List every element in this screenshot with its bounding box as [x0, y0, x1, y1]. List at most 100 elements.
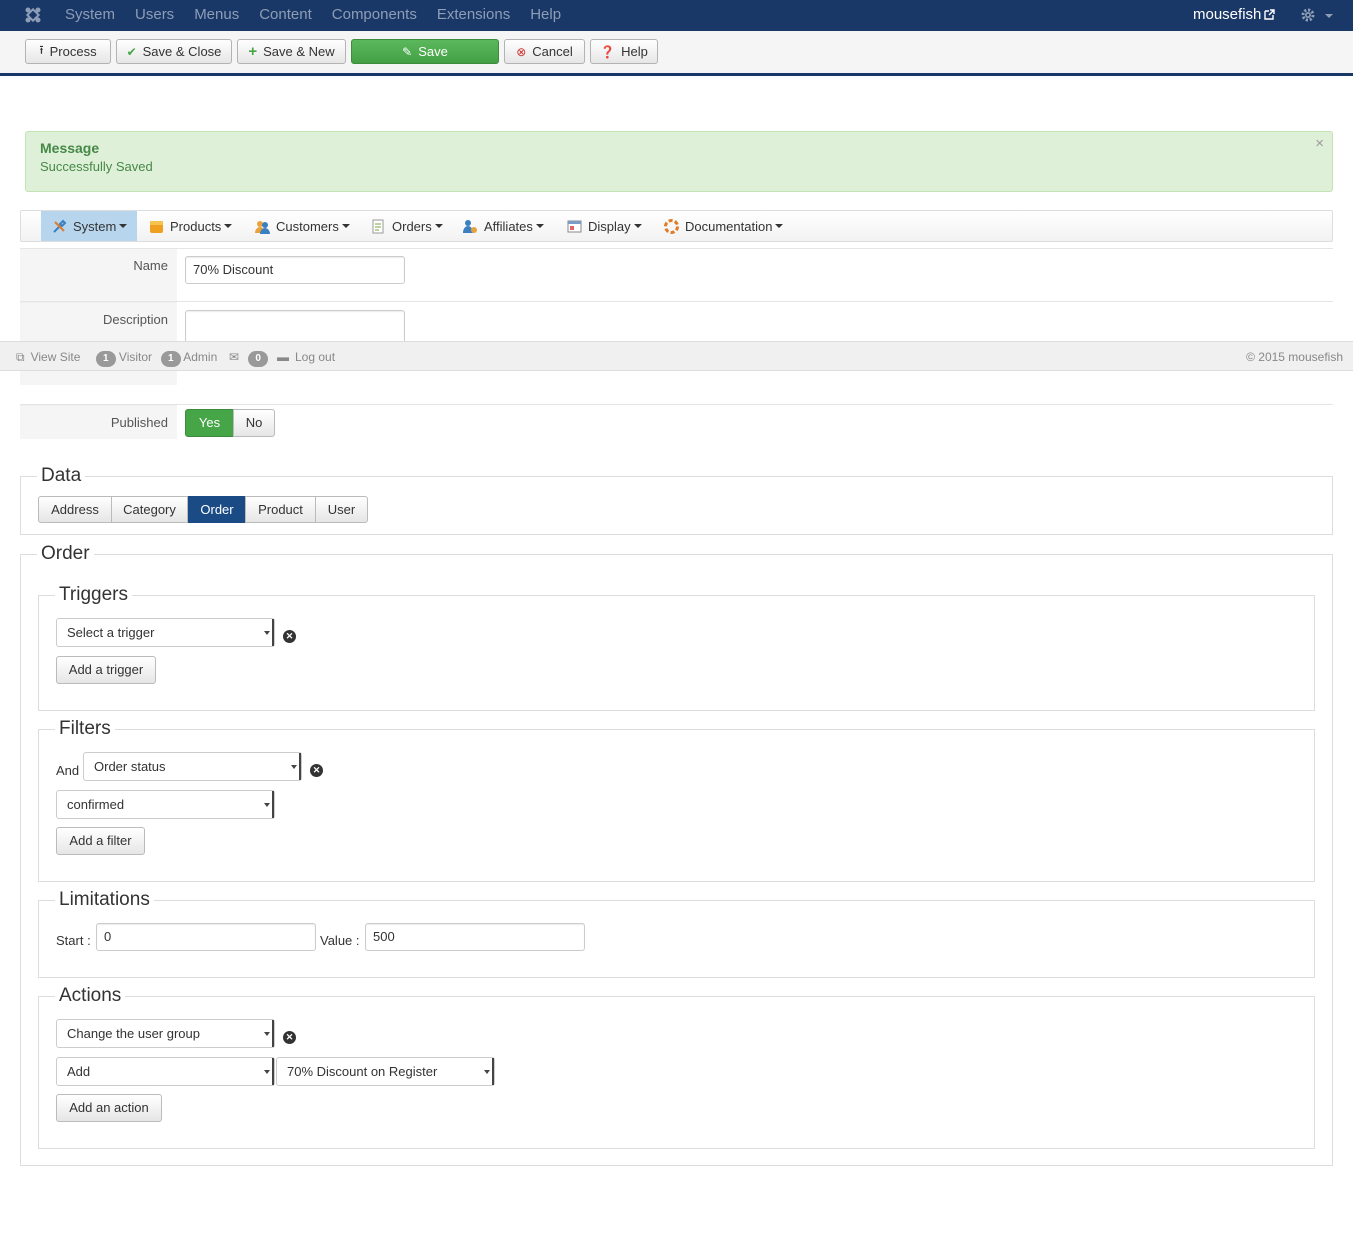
logout-label: Log out: [295, 350, 336, 364]
tab-order[interactable]: Order: [188, 496, 246, 523]
chevron-down-icon: [484, 1070, 490, 1074]
tab-user[interactable]: User: [315, 496, 368, 523]
chevron-down-icon: [264, 803, 270, 807]
limitations-legend: Limitations: [55, 889, 154, 911]
nav-extensions[interactable]: Extensions: [427, 0, 520, 31]
cmenu-affiliates-label: Affiliates: [484, 218, 533, 234]
external-link-icon: [1264, 9, 1276, 20]
component-menu: System Products Customers Orders Affilia…: [20, 210, 1333, 242]
user-group-select[interactable]: 70% Discount on Register: [276, 1057, 495, 1086]
messages-link[interactable]: ✉ 0: [229, 342, 268, 372]
cmenu-orders-label: Orders: [392, 218, 432, 234]
affiliates-icon: [463, 219, 477, 233]
tab-category[interactable]: Category: [111, 496, 188, 523]
cmenu-products-label: Products: [170, 218, 222, 234]
order-legend: Order: [37, 543, 94, 565]
cmenu-customers[interactable]: Customers: [255, 211, 350, 241]
remove-trigger-icon[interactable]: ✕: [283, 630, 296, 643]
cmenu-system-label: System: [73, 218, 117, 234]
add-filter-button[interactable]: Add a filter: [56, 827, 145, 855]
check-icon: ✔: [126, 44, 137, 59]
save-close-button[interactable]: ✔ Save & Close: [116, 39, 232, 64]
cancel-icon: ⊗: [516, 44, 527, 59]
action-mode-value: Add: [67, 1064, 91, 1079]
cmenu-affiliates[interactable]: Affiliates: [463, 211, 544, 241]
visitors-status: 1 Visitor: [96, 342, 152, 372]
cmenu-documentation[interactable]: Documentation: [664, 211, 784, 241]
chevron-down-icon: [264, 1032, 270, 1036]
action-type-select[interactable]: Change the user group: [56, 1019, 275, 1048]
remove-filter-icon[interactable]: ✕: [310, 764, 323, 777]
save-close-label: Save & Close: [142, 44, 222, 59]
and-label: And: [56, 763, 80, 778]
view-site-label: View Site: [30, 350, 81, 364]
process-label: Process: [49, 44, 97, 59]
save-new-button[interactable]: + Save & New: [237, 39, 346, 64]
users-icon: [255, 220, 270, 234]
remove-action-icon[interactable]: ✕: [283, 1031, 296, 1044]
trigger-select[interactable]: Select a trigger: [56, 618, 275, 647]
nav-menus[interactable]: Menus: [184, 0, 249, 31]
messages-count-badge: 0: [248, 351, 268, 367]
filter-type-select[interactable]: Order status: [83, 752, 302, 781]
start-input[interactable]: 0: [96, 923, 316, 951]
view-site-link[interactable]: ⧉ View Site: [16, 342, 80, 372]
action-mode-select[interactable]: Add: [56, 1057, 275, 1086]
nav-users[interactable]: Users: [125, 0, 184, 31]
upload-icon: ⭱: [39, 43, 44, 57]
help-label: Help: [621, 44, 648, 59]
site-link[interactable]: mousefish: [1193, 0, 1276, 30]
cmenu-system[interactable]: System: [41, 211, 138, 241]
data-legend: Data: [37, 465, 86, 487]
name-input[interactable]: 70% Discount: [185, 256, 405, 284]
visitor-count-badge: 1: [96, 351, 116, 367]
filters-legend: Filters: [55, 718, 115, 740]
value-input[interactable]: 500: [365, 923, 585, 951]
save-button[interactable]: ✎ Save: [351, 39, 499, 64]
cmenu-products[interactable]: Products: [149, 211, 233, 241]
nav-help[interactable]: Help: [520, 0, 571, 31]
display-icon: [567, 220, 582, 232]
add-trigger-button[interactable]: Add a trigger: [56, 656, 156, 684]
cmenu-documentation-label: Documentation: [685, 218, 773, 234]
tab-product[interactable]: Product: [245, 496, 316, 523]
cmenu-orders[interactable]: Orders: [371, 211, 443, 241]
gear-icon[interactable]: [1300, 7, 1316, 23]
published-no-button[interactable]: No: [233, 409, 275, 437]
help-button[interactable]: ❓ Help: [590, 39, 658, 64]
question-icon: ❓: [600, 44, 616, 59]
nav-system[interactable]: System: [55, 0, 125, 31]
add-action-button[interactable]: Add an action: [56, 1094, 162, 1122]
actions-legend: Actions: [55, 985, 126, 1007]
filter-type-value: Order status: [94, 759, 166, 774]
process-button[interactable]: ⭱ Process: [25, 39, 111, 64]
order-status-select[interactable]: confirmed: [56, 790, 275, 819]
visitor-label: Visitor: [118, 350, 153, 364]
nav-components[interactable]: Components: [322, 0, 427, 31]
cancel-label: Cancel: [532, 44, 573, 59]
start-label: Start :: [56, 933, 91, 948]
cancel-button[interactable]: ⊗ Cancel: [504, 39, 585, 64]
tools-icon: [53, 219, 67, 233]
triggers-fieldset: [38, 595, 1315, 711]
admin-count-badge: 1: [161, 351, 181, 367]
user-group-value: 70% Discount on Register: [287, 1064, 438, 1079]
cmenu-display[interactable]: Display: [567, 211, 642, 241]
chevron-down-icon[interactable]: [1325, 14, 1333, 18]
published-yes-button[interactable]: Yes: [185, 409, 234, 437]
chevron-down-icon: [264, 631, 270, 635]
cmenu-customers-label: Customers: [276, 218, 339, 234]
edit-icon: ✎: [402, 44, 413, 59]
envelope-icon: ✉: [229, 350, 240, 364]
tab-address[interactable]: Address: [38, 496, 112, 523]
name-label: Name: [20, 248, 177, 301]
close-icon[interactable]: ×: [1315, 135, 1324, 152]
joomla-logo-icon[interactable]: [24, 6, 42, 24]
nav-content[interactable]: Content: [249, 0, 322, 31]
logout-link[interactable]: ▬ Log out: [277, 342, 335, 372]
value-label: Value :: [320, 933, 360, 948]
help-lifebuoy-icon: [664, 218, 679, 234]
admin-label: Admin: [183, 350, 218, 364]
triggers-legend: Triggers: [55, 584, 132, 606]
copyright: © 2015 mousefish: [1246, 350, 1343, 364]
